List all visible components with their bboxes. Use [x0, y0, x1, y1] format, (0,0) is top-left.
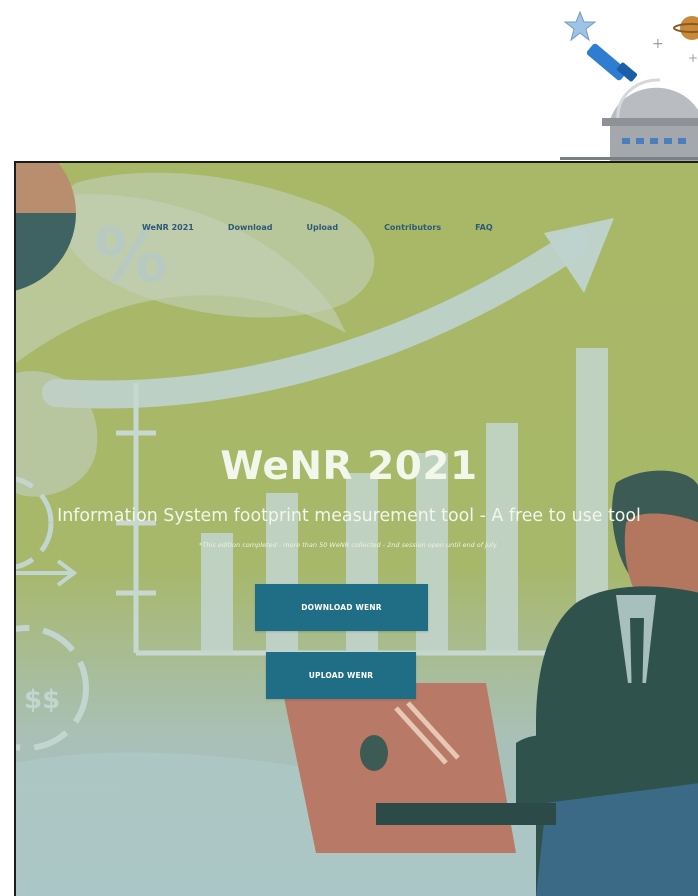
nav-item-contributors[interactable]: Contributors	[384, 223, 441, 232]
observatory-illustration: + +	[560, 10, 698, 162]
hero-status-note: *This edition completed - more than 50 W…	[199, 541, 497, 549]
nav-item-faq[interactable]: FAQ	[475, 223, 493, 232]
main-nav: WeNR 2021 Download Upload Contributors F…	[142, 219, 493, 235]
upload-wenr-button[interactable]: UPLOAD WENR	[266, 652, 416, 699]
planet-icon	[680, 16, 698, 40]
svg-text:+: +	[688, 51, 698, 65]
hero-section: % $$	[14, 161, 698, 896]
hero-subtitle: Information System footprint measurement…	[57, 506, 641, 526]
page-title: WeNR 2021	[220, 444, 478, 489]
svg-text:+: +	[652, 36, 664, 52]
nav-item-download[interactable]: Download	[228, 223, 273, 232]
download-wenr-button[interactable]: DOWNLOAD WENR	[255, 584, 428, 631]
nav-item-upload[interactable]: Upload	[306, 223, 338, 232]
observatory-dome-icon	[610, 87, 698, 120]
hero-background-illustration: % $$	[16, 163, 698, 896]
nav-item-wenr-2021[interactable]: WeNR 2021	[142, 223, 194, 232]
star-icon	[563, 10, 597, 42]
dollar-symbol: $$	[24, 685, 60, 715]
